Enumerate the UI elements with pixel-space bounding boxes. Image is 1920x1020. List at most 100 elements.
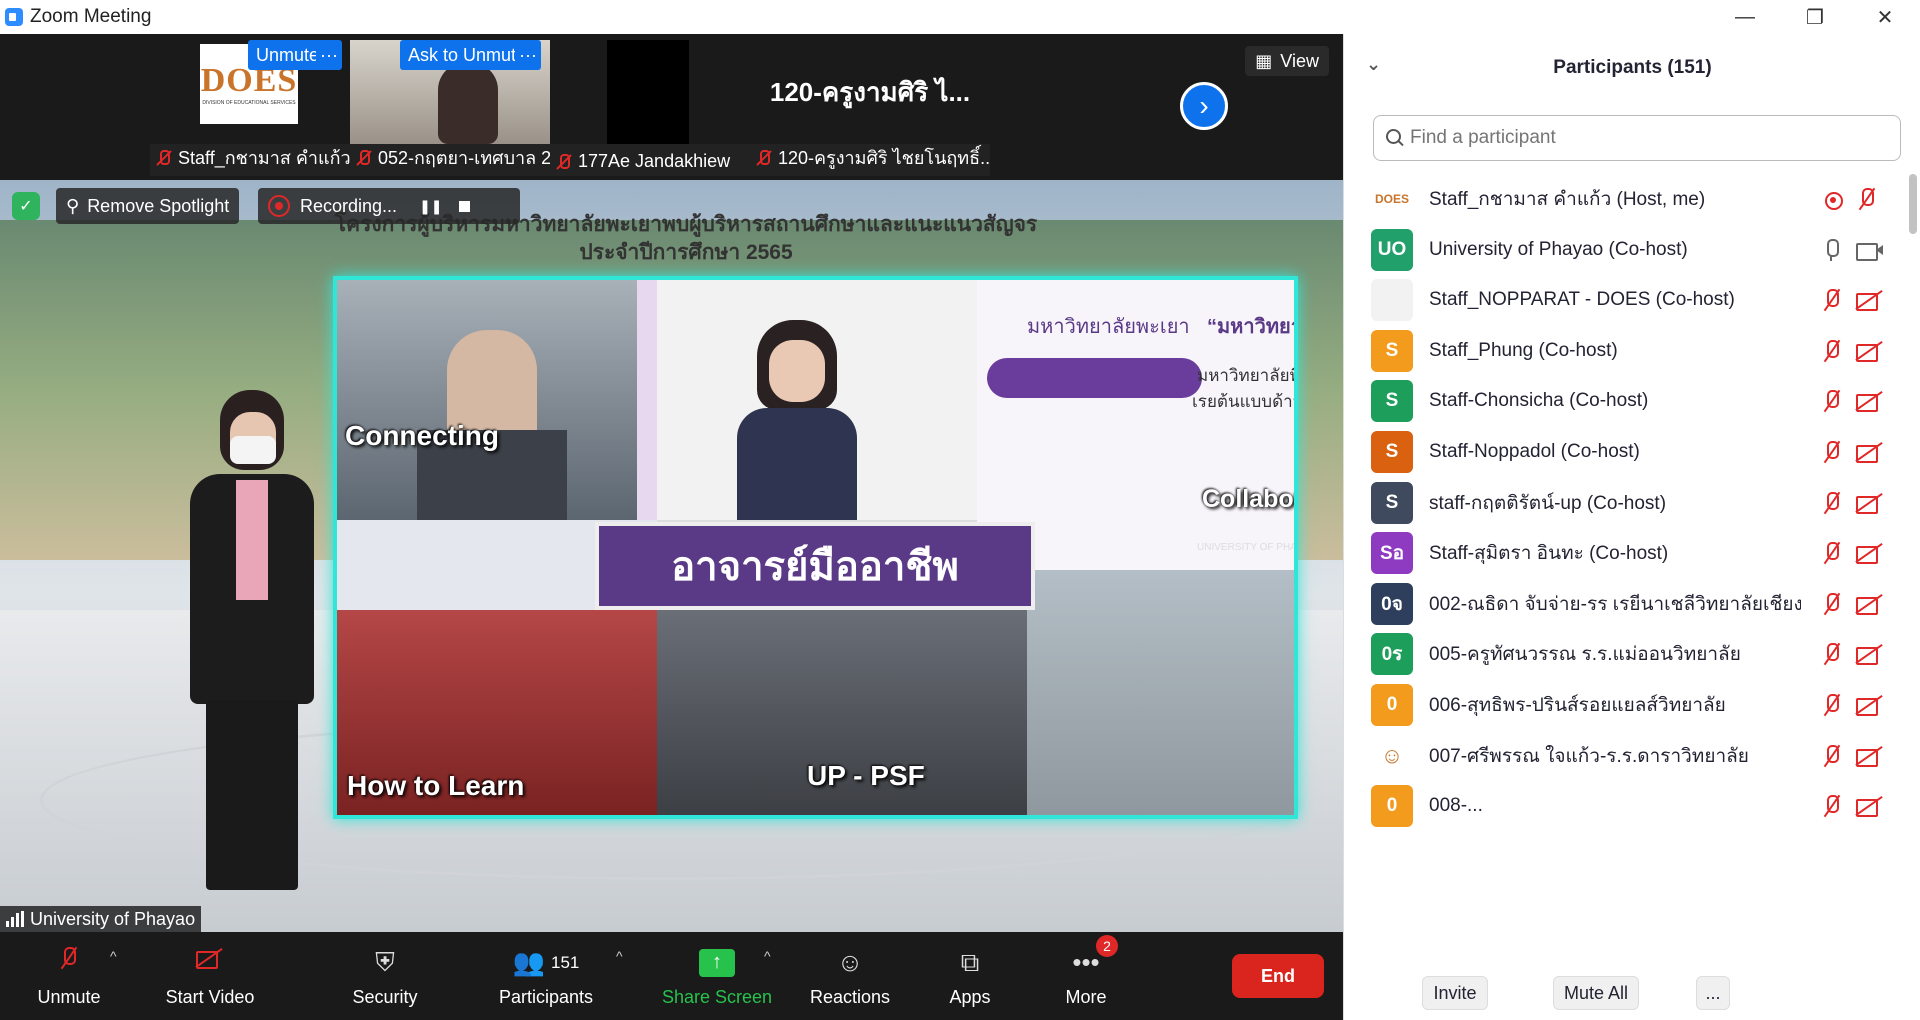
muted-mic-icon[interactable]: [1819, 287, 1845, 313]
apps-icon: ⧉: [960, 946, 980, 977]
muted-mic-icon[interactable]: [1819, 641, 1845, 667]
participant-name: Staff-Chonsicha (Co-host): [1429, 390, 1649, 412]
avatar: DOES: [1371, 178, 1413, 220]
recording-icon[interactable]: [1819, 186, 1849, 212]
avatar: 0: [1371, 684, 1413, 726]
restore-button[interactable]: ❐: [1780, 0, 1850, 34]
pause-recording-icon[interactable]: ❚❚: [419, 198, 442, 215]
invite-button[interactable]: Invite: [1422, 976, 1488, 1010]
remove-spotlight-button[interactable]: ⚲ Remove Spotlight: [56, 188, 240, 224]
avatar: [1371, 279, 1413, 322]
muted-mic-icon[interactable]: [1819, 388, 1845, 414]
video-off-icon: [194, 945, 226, 981]
video-off-icon[interactable]: [1854, 540, 1884, 566]
grid-icon: ▦: [1255, 50, 1273, 71]
avatar: UO: [1371, 228, 1413, 271]
video-off-icon[interactable]: [1854, 743, 1884, 769]
view-button[interactable]: ▦ View: [1245, 46, 1329, 76]
mute-all-button[interactable]: Mute All: [1553, 976, 1639, 1010]
video-off-icon[interactable]: [1854, 439, 1884, 465]
more-button[interactable]: ••• 2 More: [1046, 932, 1126, 1020]
avatar: Sอ: [1371, 532, 1413, 575]
window-title: Zoom Meeting: [30, 6, 152, 27]
participant-name: 002-ณธิดา จับจ่าย-รร เรยีนาเชลีวิทยาลัยเ…: [1429, 593, 1801, 615]
participant-name: 007-ศรีพรรณ ใจแก้ว-ร.ร.ดาราวิทยาลัย: [1429, 745, 1749, 767]
muted-mic-icon: [354, 149, 372, 167]
presentation-screen: Connecting มหาวิทยาลัยพะเยา “มหาวิทยาลัย…: [333, 276, 1298, 819]
video-icon[interactable]: [1854, 237, 1884, 263]
participant-name: Staff_กชามาส คำแก้ว: [178, 148, 351, 168]
mic-icon[interactable]: [1819, 237, 1845, 263]
video-off-icon[interactable]: [1854, 490, 1884, 516]
video-off-icon[interactable]: [1854, 388, 1884, 414]
stop-recording-icon[interactable]: [458, 200, 470, 212]
participant-name: Staff-สุมิตรา อินทะ (Co-host): [1429, 543, 1669, 565]
ask-to-unmute-button[interactable]: Ask to Unmute: [400, 40, 535, 70]
security-shield-icon[interactable]: ✓: [12, 192, 40, 220]
muted-mic-icon[interactable]: [1819, 692, 1845, 718]
avatar: ☺: [1371, 734, 1413, 777]
reactions-button[interactable]: ☺ Reactions: [800, 932, 900, 1020]
how-to-learn-label: How to Learn: [347, 770, 525, 801]
presenter-figure: [180, 390, 330, 910]
zoom-logo-icon: [5, 8, 23, 26]
scrollbar-thumb[interactable]: [1909, 174, 1917, 234]
muted-mic-icon[interactable]: [1819, 338, 1845, 364]
next-page-arrow-icon[interactable]: ›: [1180, 82, 1228, 130]
apps-button[interactable]: ⧉ Apps: [930, 932, 1010, 1020]
security-button[interactable]: ⛨ Security: [340, 932, 430, 1020]
scrollbar[interactable]: [1909, 168, 1917, 948]
video-thumb[interactable]: 120-ครูงามศิริ ไ... 120-ครูงามศิริ ไชยโน…: [750, 40, 990, 176]
meeting-area: DOES DIVISION OF EDUCATIONAL SERVICES St…: [0, 34, 1343, 1020]
participant-name: Staff_กชามาส คำแก้ว (Host, me): [1429, 189, 1706, 210]
video-off-icon[interactable]: [1854, 338, 1884, 364]
minimize-button[interactable]: —: [1710, 0, 1780, 34]
participant-row[interactable]: 0 008-...: [1344, 775, 1904, 837]
share-screen-button[interactable]: ↑ Share Screen: [652, 932, 782, 1020]
audio-options-caret[interactable]: ^: [110, 948, 117, 964]
video-off-icon[interactable]: [1854, 692, 1884, 718]
muted-mic-icon[interactable]: [1819, 540, 1845, 566]
muted-mic-icon[interactable]: [1819, 490, 1845, 516]
more-dots-icon: ••• 2: [1066, 934, 1118, 981]
video-off-icon[interactable]: [1854, 641, 1884, 667]
participants-panel: ⌄ Participants (151) DOES Staff_กชามาส คำ…: [1343, 34, 1920, 1020]
close-button[interactable]: ✕: [1850, 0, 1920, 34]
muted-mic-icon[interactable]: [1819, 439, 1845, 465]
chevron-down-icon[interactable]: ⌄: [1366, 54, 1381, 75]
search-input[interactable]: [1410, 127, 1870, 149]
participant-display-name: 120-ครูงามศิริ ไ...: [769, 76, 971, 107]
unmute-toolbar-button[interactable]: Unmute: [24, 932, 114, 1020]
video-off-icon[interactable]: [1854, 793, 1884, 819]
muted-mic-icon[interactable]: [1854, 186, 1880, 212]
muted-mic-icon[interactable]: [1819, 591, 1845, 617]
muted-mic-icon: [56, 945, 82, 981]
participant-name: 008-...: [1429, 795, 1483, 817]
more-options-button[interactable]: ···: [515, 40, 541, 70]
participant-count: 151: [551, 952, 580, 972]
start-video-button[interactable]: Start Video: [150, 932, 270, 1020]
share-options-caret[interactable]: ^: [764, 948, 771, 964]
participants-button[interactable]: 👥 151 Participants: [486, 932, 606, 1020]
avatar: 0ร: [1371, 633, 1413, 676]
collaboration-label: Collaboration: [1202, 485, 1294, 513]
shield-icon: ⛨: [375, 946, 395, 977]
muted-mic-icon[interactable]: [1819, 793, 1845, 819]
video-off-icon[interactable]: [1854, 591, 1884, 617]
video-off-icon[interactable]: [1854, 287, 1884, 313]
end-meeting-button[interactable]: End: [1232, 954, 1324, 998]
recording-icon: [268, 195, 290, 217]
participant-name: 006-สุทธิพร-ปรินส์รอยแยลส์วิทยาลัย: [1429, 695, 1726, 716]
participant-name: Staff_NOPPARAT - DOES (Co-host): [1429, 289, 1735, 311]
participant-list[interactable]: DOES Staff_กชามาส คำแก้ว (Host, me) UO Univ…: [1344, 168, 1904, 952]
avatar: 0: [1371, 785, 1413, 828]
panel-more-button[interactable]: ...: [1696, 976, 1730, 1010]
muted-mic-icon[interactable]: [1819, 743, 1845, 769]
participant-video: [438, 62, 498, 144]
more-options-button[interactable]: ···: [316, 40, 342, 70]
share-screen-icon: ↑: [699, 948, 735, 977]
participants-options-caret[interactable]: ^: [616, 948, 623, 964]
banner-subtitle: ประจำปีการศึกษา 2565: [579, 241, 793, 264]
collage-how-to-learn: How to Learn: [337, 610, 657, 815]
uni-header: มหาวิทยาลัยพะเยา: [1027, 316, 1190, 338]
